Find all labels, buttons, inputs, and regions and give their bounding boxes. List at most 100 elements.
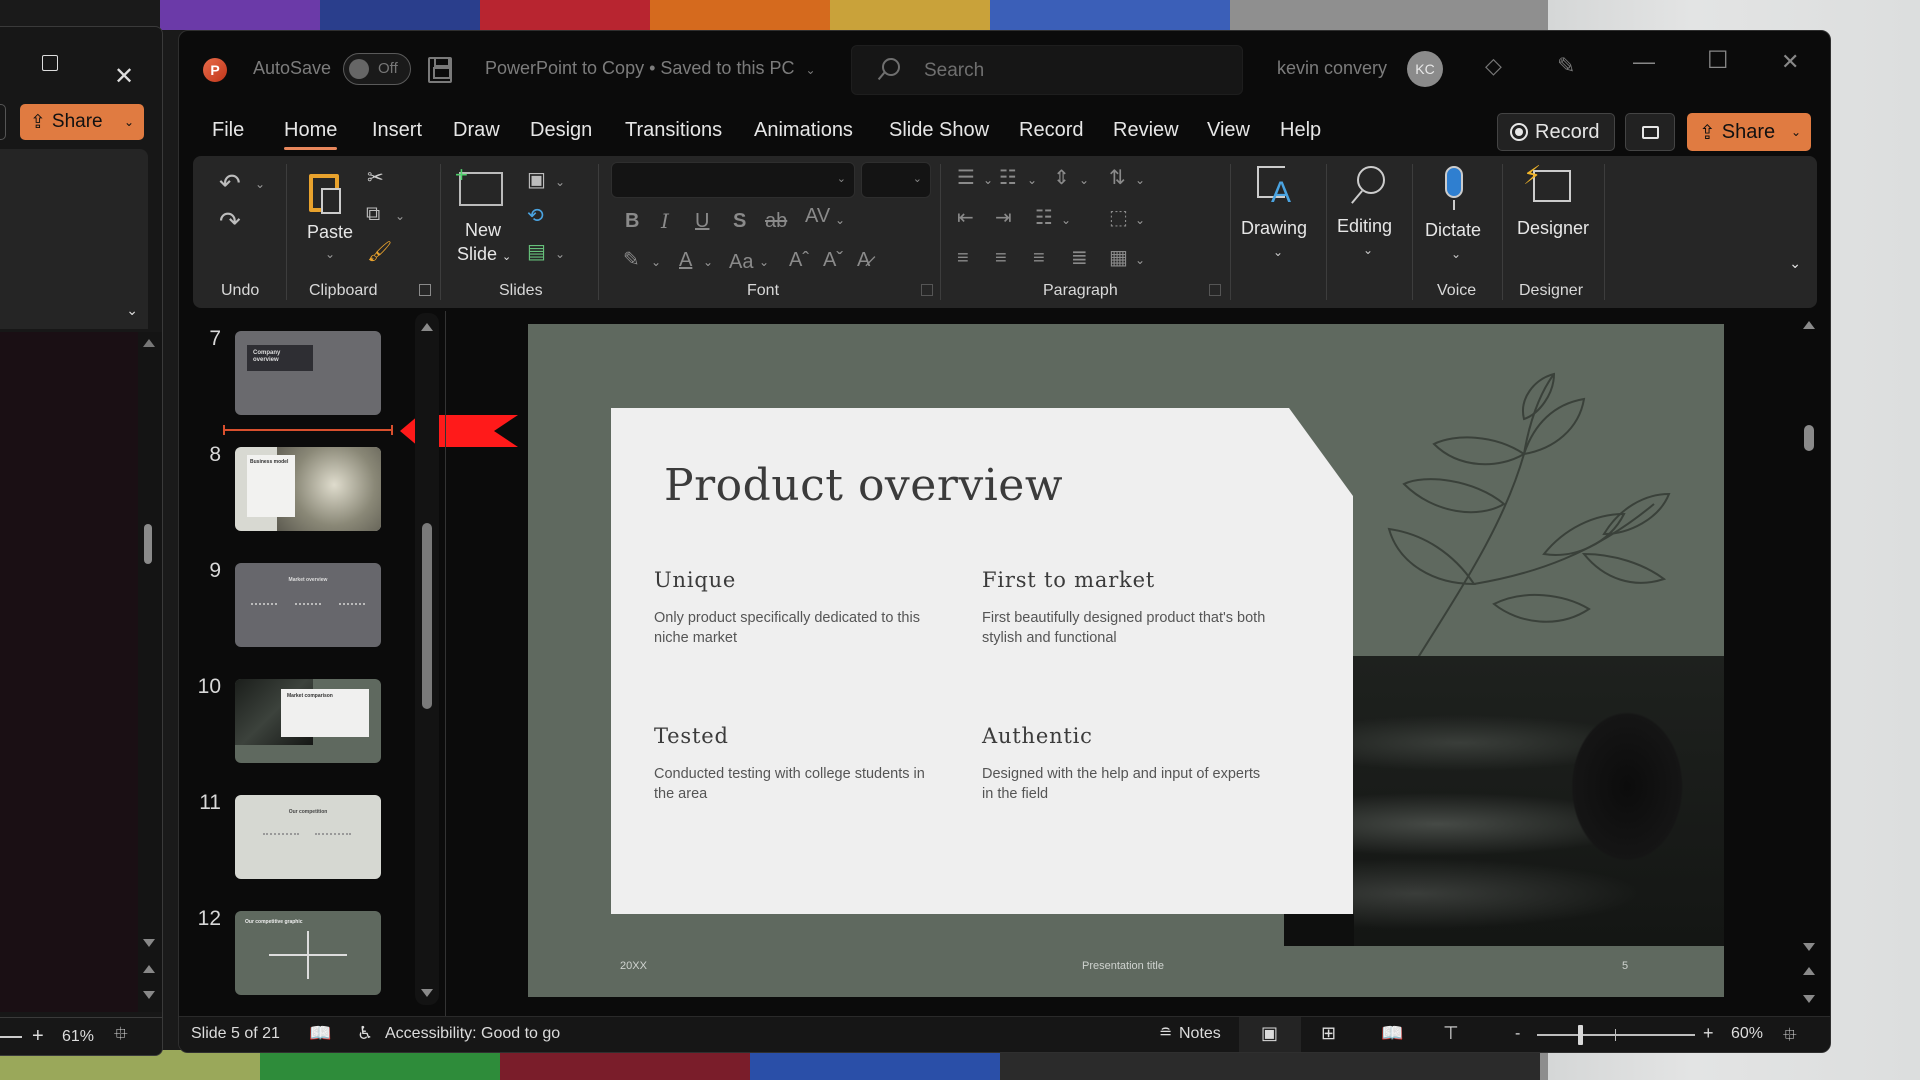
zoom-level[interactable]: 60% xyxy=(1731,1025,1763,1043)
slide-thumbnail-10[interactable]: Market comparison xyxy=(235,679,381,763)
panel-splitter[interactable] xyxy=(445,311,446,1043)
font-launcher-icon[interactable] xyxy=(921,284,933,296)
slide-thumbnail-8[interactable]: Business model xyxy=(235,447,381,531)
chevron-down-icon[interactable]: ⌄ xyxy=(703,256,713,268)
tab-transitions[interactable]: Transitions xyxy=(625,119,722,142)
canvas-scrollbar[interactable] xyxy=(1799,313,1819,1033)
tab-draw[interactable]: Draw xyxy=(453,119,500,142)
font-name-combo[interactable]: ⌄ xyxy=(611,162,855,198)
chevron-down-icon[interactable]: ⌄ xyxy=(555,176,565,188)
tab-file[interactable]: File xyxy=(212,119,244,142)
tab-insert[interactable]: Insert xyxy=(372,119,422,142)
scroll-up-icon[interactable] xyxy=(421,323,433,331)
zoom-in-button[interactable]: + xyxy=(1703,1023,1714,1044)
grow-font-button[interactable]: Aˆ xyxy=(789,250,809,270)
chevron-down-icon[interactable]: ⌄ xyxy=(1027,174,1037,186)
canvas-scroll-thumb[interactable] xyxy=(1804,425,1814,451)
italic-button[interactable]: I xyxy=(661,211,669,231)
strikethrough-button[interactable]: ab xyxy=(765,211,787,231)
align-center-icon[interactable]: ≡ xyxy=(995,248,1007,268)
chevron-down-icon[interactable]: ⌄ xyxy=(759,256,769,268)
tab-home[interactable]: Home xyxy=(284,119,338,150)
tab-help[interactable]: Help xyxy=(1280,119,1321,142)
chevron-down-icon[interactable]: ⌄ xyxy=(395,210,405,222)
background-scrollbar[interactable] xyxy=(138,332,162,1012)
background-button-edge[interactable] xyxy=(0,104,6,140)
chevron-down-icon[interactable]: ⌄ xyxy=(1079,174,1089,186)
chevron-down-icon[interactable]: ⌄ xyxy=(1061,214,1071,226)
new-slide-icon[interactable]: + xyxy=(455,162,503,206)
zoom-slider-thumb[interactable] xyxy=(1578,1025,1583,1045)
normal-view-icon[interactable]: ▣ xyxy=(1261,1023,1278,1044)
scroll-up-icon[interactable] xyxy=(143,339,155,347)
background-powerpoint-window[interactable]: ✕ ⇪ Share ⌄ ⌄ + 61% ⯐ xyxy=(0,26,163,1056)
format-painter-icon[interactable]: 🖌 xyxy=(367,242,392,262)
previous-slide-icon[interactable] xyxy=(143,965,155,973)
undo-icon[interactable]: ↶ xyxy=(219,170,241,196)
block-heading[interactable]: Authentic xyxy=(982,724,1093,748)
autosave-toggle[interactable]: Off xyxy=(343,53,411,85)
slide-thumbnail-11[interactable]: Our competition xyxy=(235,795,381,879)
new-slide-label-1[interactable]: New xyxy=(465,220,501,241)
block-heading[interactable]: First to market xyxy=(982,568,1155,592)
numbering-icon[interactable]: ☷ xyxy=(999,168,1017,188)
premium-diamond-icon[interactable]: ◇ xyxy=(1485,55,1502,77)
chevron-down-icon[interactable]: ⌄ xyxy=(124,115,134,129)
chevron-down-icon[interactable]: ⌄ xyxy=(555,248,565,260)
slide-sorter-icon[interactable]: ⊞ xyxy=(1321,1023,1336,1044)
chevron-down-icon[interactable]: ⌄ xyxy=(1273,246,1283,258)
align-text-icon[interactable]: ⬚ xyxy=(1109,208,1128,228)
find-icon[interactable] xyxy=(1351,166,1385,204)
section-icon[interactable]: ▤ xyxy=(527,242,546,262)
character-spacing-button[interactable]: AV xyxy=(805,206,830,226)
zoom-out-button[interactable]: - xyxy=(1515,1025,1520,1043)
highlight-icon[interactable]: ✎ xyxy=(623,250,640,270)
underline-button[interactable]: U xyxy=(695,211,709,231)
scroll-down-icon[interactable] xyxy=(1803,943,1815,951)
comments-button[interactable] xyxy=(1625,113,1675,151)
chevron-down-icon[interactable]: ⌄ xyxy=(126,302,138,319)
bold-button[interactable]: B xyxy=(625,211,639,231)
drawing-button[interactable]: Drawing xyxy=(1241,218,1307,239)
align-right-icon[interactable]: ≡ xyxy=(1033,248,1045,268)
maximize-icon[interactable] xyxy=(42,55,58,71)
paste-icon[interactable] xyxy=(309,174,341,214)
change-case-button[interactable]: Aa xyxy=(729,252,753,272)
slide-canvas[interactable]: Product overview Unique Only product spe… xyxy=(528,324,1724,997)
slide-footer-date[interactable]: 20XX xyxy=(620,960,647,972)
copy-icon[interactable]: ⧉ xyxy=(366,204,380,224)
tab-record[interactable]: Record xyxy=(1019,119,1083,142)
fit-to-window-icon[interactable]: ⯐ xyxy=(1783,1023,1797,1052)
drawing-icon[interactable]: A xyxy=(1257,166,1291,208)
new-slide-button[interactable]: Slide ⌄ xyxy=(457,244,511,265)
shadow-button[interactable]: S xyxy=(733,211,746,231)
ribbon-display-options-icon[interactable]: ⌄ xyxy=(1789,255,1801,272)
editing-button[interactable]: Editing xyxy=(1337,216,1392,237)
scroll-down-icon[interactable] xyxy=(421,989,433,997)
previous-slide-icon[interactable] xyxy=(1803,967,1815,975)
share-button[interactable]: ⇪ Share ⌄ xyxy=(1687,113,1811,151)
spell-check-icon[interactable]: 📖 xyxy=(309,1023,331,1044)
minimize-icon[interactable]: — xyxy=(1633,51,1655,73)
designer-button[interactable]: Designer xyxy=(1517,218,1589,239)
chevron-down-icon[interactable]: ⌄ xyxy=(1363,244,1373,256)
document-title[interactable]: PowerPoint to Copy • Saved to this PC ⌄ xyxy=(485,58,816,79)
thumbnails-scrollbar[interactable] xyxy=(415,313,439,1005)
accessibility-status[interactable]: Accessibility: Good to go xyxy=(385,1025,560,1043)
chevron-down-icon[interactable]: ⌄ xyxy=(835,214,845,226)
text-direction-icon[interactable]: ⇅ xyxy=(1109,168,1126,188)
chevron-down-icon[interactable]: ⌄ xyxy=(255,178,265,190)
user-name[interactable]: kevin convery xyxy=(1277,58,1387,79)
paste-button[interactable]: Paste xyxy=(307,222,353,243)
redo-icon[interactable]: ↷ xyxy=(219,208,241,234)
font-color-button[interactable]: A xyxy=(679,250,692,270)
chevron-down-icon[interactable]: ⌄ xyxy=(1135,174,1145,186)
slide-footer-title[interactable]: Presentation title xyxy=(1082,960,1164,972)
layout-icon[interactable]: ▣ xyxy=(527,170,546,190)
align-left-icon[interactable]: ≡ xyxy=(957,248,969,268)
slide-number[interactable]: 5 xyxy=(1622,960,1628,972)
background-share-button[interactable]: ⇪ Share ⌄ xyxy=(20,104,144,140)
block-body[interactable]: Conducted testing with college students … xyxy=(654,764,944,804)
line-spacing-icon[interactable]: ⇕ xyxy=(1053,168,1070,188)
shrink-font-button[interactable]: Aˇ xyxy=(823,250,843,270)
